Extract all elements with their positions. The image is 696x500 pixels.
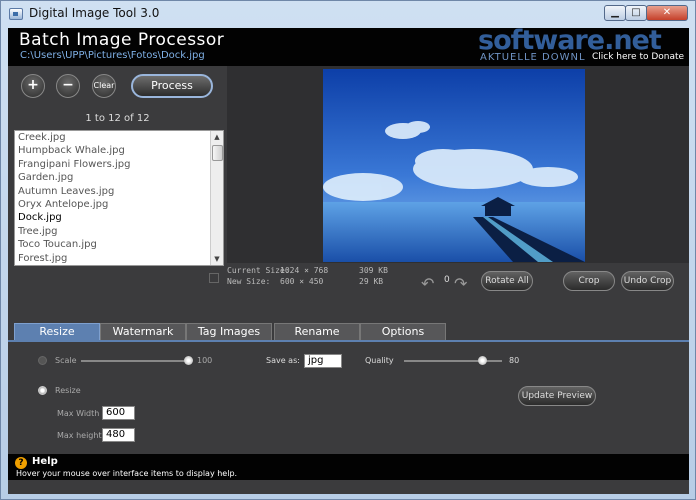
window-titlebar[interactable]: Digital Image Tool 3.0 ▁ □ ✕ — [1, 1, 695, 27]
current-dimensions: 1024 × 768 — [280, 266, 329, 275]
resize-label: Resize — [55, 386, 81, 395]
tab-tag-images[interactable]: Tag Images — [186, 323, 272, 340]
quality-label: Quality — [365, 356, 394, 365]
add-file-button[interactable]: + — [21, 74, 45, 98]
settings-tabs: Resize Watermark Tag Images Rename Optio… — [8, 323, 689, 341]
tab-resize[interactable]: Resize — [14, 323, 100, 340]
maximize-button[interactable]: □ — [625, 5, 647, 21]
max-width-label: Max Width — [57, 409, 100, 418]
file-list-item[interactable]: Frangipani Flowers.jpg — [15, 158, 223, 171]
help-icon: ? — [15, 457, 27, 469]
file-list-item[interactable]: Garden.jpg — [15, 171, 223, 184]
scroll-up-icon[interactable]: ▲ — [211, 131, 223, 143]
scale-slider-track[interactable] — [81, 360, 188, 362]
clear-list-button[interactable]: Clear — [92, 74, 116, 98]
file-list-item[interactable]: Oryx Antelope.jpg — [15, 198, 223, 211]
watermark-subtitle: AKTUELLE DOWNL — [480, 52, 586, 63]
file-items: Creek.jpg Humpback Whale.jpg Frangipani Fl… — [15, 131, 223, 265]
undo-crop-button[interactable]: Undo Crop — [621, 271, 674, 291]
new-file-size: 29 KB — [359, 277, 384, 286]
tab-options[interactable]: Options — [360, 323, 446, 340]
file-list-item[interactable]: Creek.jpg — [15, 131, 223, 144]
window-bottom-strip — [8, 480, 689, 494]
max-height-field[interactable]: 480 — [102, 428, 135, 442]
max-height-label: Max height — [57, 431, 102, 440]
minimize-button[interactable]: ▁ — [604, 5, 626, 21]
app-header: Batch Image Processor C:\Users\UPP\Pictu… — [8, 28, 689, 66]
help-bar: ? Help Hover your mouse over interface i… — [8, 454, 689, 480]
file-list-item[interactable]: Dock.jpg — [15, 211, 223, 224]
close-button[interactable]: ✕ — [646, 5, 688, 21]
quality-slider-track[interactable] — [404, 360, 502, 362]
file-list-item[interactable]: Toco Toucan.jpg — [15, 238, 223, 251]
new-dimensions: 600 × 450 — [280, 277, 324, 286]
update-preview-button[interactable]: Update Preview — [518, 386, 596, 406]
file-counter: 1 to 12 of 12 — [85, 113, 150, 124]
scale-value: 100 — [197, 356, 213, 365]
donate-link[interactable]: Click here to Donate — [592, 52, 684, 62]
quality-slider-knob[interactable] — [478, 356, 488, 365]
tab-watermark[interactable]: Watermark — [100, 323, 186, 340]
quality-value: 80 — [509, 356, 520, 365]
scale-radio[interactable] — [38, 356, 47, 365]
dock-image-preview — [323, 69, 585, 262]
rotate-left-icon[interactable]: ↶ — [421, 274, 434, 293]
save-as-format-field[interactable]: jpg — [304, 354, 342, 368]
remove-file-button[interactable]: − — [56, 74, 80, 98]
rotate-right-icon[interactable]: ↷ — [454, 274, 467, 293]
scale-label: Scale — [55, 356, 77, 365]
app-title: Batch Image Processor — [19, 30, 225, 50]
resize-radio[interactable] — [38, 386, 47, 395]
max-width-field[interactable]: 600 — [102, 406, 135, 420]
rotate-all-button[interactable]: Rotate All — [481, 271, 533, 291]
crop-button[interactable]: Crop — [563, 271, 615, 291]
file-list-item[interactable]: Humpback Whale.jpg — [15, 144, 223, 157]
app-client-area: Batch Image Processor C:\Users\UPP\Pictu… — [8, 28, 689, 494]
select-all-checkbox[interactable] — [209, 273, 219, 283]
file-list[interactable]: Creek.jpg Humpback Whale.jpg Frangipani Fl… — [14, 130, 224, 266]
file-list-item[interactable]: Autumn Leaves.jpg — [15, 185, 223, 198]
help-text: Hover your mouse over interface items to… — [16, 469, 238, 478]
file-panel: + − Clear Process 1 to 12 of 12 Creek.jp… — [8, 66, 227, 296]
file-list-scrollbar[interactable]: ▲ ▼ — [210, 131, 223, 265]
image-preview-area — [227, 66, 689, 263]
app-icon — [9, 8, 23, 20]
help-title: Help — [32, 456, 58, 467]
image-info-row: Current Size: 1024 × 768 309 KB New Size… — [8, 263, 689, 296]
save-as-label: Save as: — [266, 356, 300, 365]
current-file-size: 309 KB — [359, 266, 388, 275]
resize-settings-panel: Scale 100 Save as: jpg Quality 80 Resize… — [8, 342, 689, 454]
rotation-count: 0 — [444, 275, 450, 285]
current-file-path: C:\Users\UPP\Pictures\Fotos\Dock.jpg — [20, 50, 205, 61]
scroll-thumb[interactable] — [212, 145, 223, 161]
tab-rename[interactable]: Rename — [274, 323, 360, 340]
app-window: Digital Image Tool 3.0 ▁ □ ✕ Batch Image… — [0, 0, 696, 500]
window-title: Digital Image Tool 3.0 — [29, 6, 160, 20]
scale-slider-knob[interactable] — [184, 356, 193, 365]
file-list-item[interactable]: Tree.jpg — [15, 225, 223, 238]
new-size-label: New Size: — [227, 277, 271, 286]
process-button[interactable]: Process — [131, 74, 213, 98]
